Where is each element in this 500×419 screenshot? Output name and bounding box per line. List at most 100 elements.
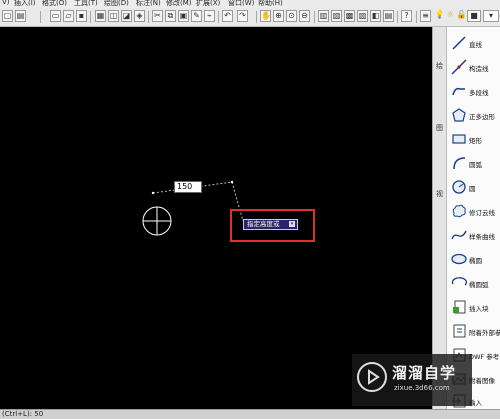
tool-label: 样条曲线 [469,233,495,241]
palette-tab-strip: 绘 图 视 [432,27,446,409]
menu-bar: V) 插入(I) 格式(O) 工具(T) 绘图(D) 标注(N) 修改(M) 扩… [0,0,500,8]
command-line[interactable]: (Ctrl+L): 50 [0,409,500,419]
tool-rectangle[interactable]: 矩形 [447,128,500,150]
bulb-icon[interactable]: 💡 [434,10,445,22]
toolbar-button-1[interactable]: ▢ [2,10,13,22]
watermark: 溜溜自学 zixue.3d66.com [352,354,472,406]
layer-dropdown[interactable]: ▾ [483,10,499,22]
canvas-drawing [142,180,244,236]
zoom-realtime-icon[interactable]: ⊕ [273,10,284,22]
tool-label: 椭圆 [469,257,482,265]
redo-icon[interactable]: ↷ [237,10,248,22]
open-file-icon[interactable]: ▱ [63,10,74,22]
tool-circle[interactable]: 圆 [447,176,500,198]
plot-icon[interactable]: ◈ [134,10,145,22]
tab-draw[interactable]: 绘 [434,61,445,71]
design-center-icon[interactable]: ▨ [331,10,342,22]
menu-extend[interactable]: 扩展(X) [196,0,220,8]
help-icon[interactable]: ? [401,10,412,22]
pan-icon[interactable]: ✋ [260,10,271,22]
toolbar-button-2[interactable]: ▤ [15,10,26,22]
menu-help[interactable]: 帮助(H) [258,0,283,8]
tool-construction-line[interactable]: 构造线 [447,56,500,78]
tool-revision-cloud[interactable]: 修订云线 [447,200,500,222]
menu-window[interactable]: 窗口(W) [228,0,254,8]
tool-elliptical-arc[interactable]: 椭圆弧 [447,272,500,294]
tool-label: 修订云线 [469,209,495,217]
menu-tools[interactable]: 工具(T) [74,0,98,8]
cut-icon[interactable]: ✂ [152,10,163,22]
tool-polyline[interactable]: 多段线 [447,80,500,102]
tool-insert-block[interactable]: 插入块 [447,296,500,318]
polygon-icon [452,108,466,122]
line-icon [452,36,466,50]
layer-color-swatch[interactable]: ■ [467,10,481,22]
match-properties-icon[interactable]: ✎ [191,10,202,22]
revcloud-icon [452,204,466,218]
play-icon [368,369,380,385]
lock-icon[interactable]: 🔓 [456,10,467,22]
menu-dimension[interactable]: 标注(N) [136,0,161,8]
ellipse-icon [451,253,467,265]
print-icon[interactable]: ▦ [95,10,106,22]
tool-attach-xref[interactable]: 附着外部参 [447,320,500,342]
elliptical-arc-icon [451,277,467,286]
circle-icon [452,180,466,194]
polyline-icon [452,87,465,96]
brush-icon[interactable]: ⌁ [204,10,215,22]
copy-icon[interactable]: ⧉ [165,10,176,22]
publish-icon[interactable]: ◪ [121,10,132,22]
properties-icon[interactable]: ▥ [318,10,329,22]
dimension-input[interactable]: 150 [174,181,202,193]
insert-block-icon [453,300,466,314]
tool-label: 构造线 [469,65,489,73]
paste-icon[interactable]: ▣ [178,10,189,22]
undo-icon[interactable]: ↶ [222,10,233,22]
layer-properties-icon[interactable]: ≡ [420,10,431,22]
sun-icon[interactable]: ☼ [445,10,456,22]
zoom-window-icon[interactable]: ⊙ [286,10,297,22]
tab-view[interactable]: 视 [434,189,445,199]
toolbar-separator [218,11,219,23]
toolbar-separator [397,11,398,23]
toolbar-separator [314,11,315,23]
watermark-title: 溜溜自学 [392,364,457,382]
tool-label: 附着外部参 [469,329,500,337]
dynamic-input-prompt[interactable]: 指定高度或 ▾ [243,219,298,230]
calculator-icon[interactable]: ▤ [383,10,394,22]
toolbar-separator [148,11,149,23]
tool-label: 正多边形 [469,113,495,121]
tool-label: 多段线 [469,89,489,97]
tool-palettes-icon[interactable]: ▩ [344,10,355,22]
tool-line[interactable]: 直线 [447,32,500,54]
drawing-canvas[interactable] [0,27,432,409]
spline-icon [451,230,467,240]
tool-spline[interactable]: 样条曲线 [447,224,500,246]
arc-icon [453,157,466,170]
draw-tool-palette: 直线 构造线 多段线 正多边形 矩形 圆弧 圆 修订云线 样条曲线 椭圆 椭圆弧 [446,27,500,409]
down-arrow-icon[interactable]: ▾ [289,221,295,227]
tool-label: 矩形 [469,137,482,145]
menu-insert[interactable]: 插入(I) [14,0,36,8]
tool-ellipse[interactable]: 椭圆 [447,248,500,270]
tool-label: 圆 [469,185,476,193]
menu-modify[interactable]: 修改(M) [166,0,192,8]
markup-icon[interactable]: ◧ [370,10,381,22]
rectangle-icon [452,134,466,144]
zoom-previous-icon[interactable]: ⊖ [299,10,310,22]
menu-draw[interactable]: 绘图(D) [104,0,129,8]
tab-layer[interactable]: 图 [434,123,445,133]
sheet-set-icon[interactable]: ▧ [357,10,368,22]
tool-polygon[interactable]: 正多边形 [447,104,500,126]
menu-view[interactable]: V) [2,0,10,6]
new-file-icon[interactable]: ▭ [50,10,61,22]
standard-toolbar: ▢ ▤ ▭ ▱ ▪ ▦ ◫ ◪ ◈ ✂ ⧉ ▣ ✎ ⌁ ↶ ↷ ✋ ⊕ ⊙ ⊖ … [0,8,500,27]
tool-label: 插入块 [469,305,489,313]
menu-format[interactable]: 格式(O) [42,0,67,8]
tool-arc[interactable]: 圆弧 [447,152,500,174]
tool-label: 直线 [469,41,482,49]
toolbar-separator [416,11,417,23]
save-icon[interactable]: ▪ [76,10,87,22]
preview-icon[interactable]: ◫ [108,10,119,22]
tool-label: 附着图像 [469,377,495,385]
